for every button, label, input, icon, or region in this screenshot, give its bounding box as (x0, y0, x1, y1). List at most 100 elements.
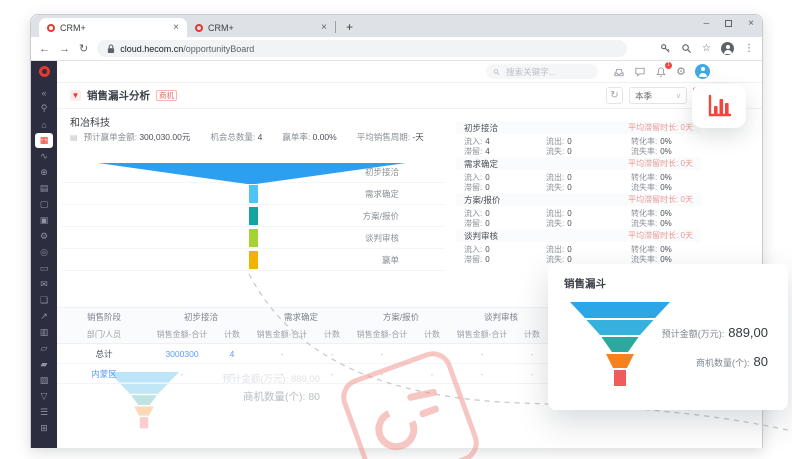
bell-icon[interactable]: 1 (655, 66, 667, 78)
forward-button[interactable]: → (59, 43, 70, 55)
stage-stat: 流出:0 (546, 172, 631, 183)
tab-divider (335, 21, 336, 33)
stage-stats-panel: 初步接洽平均滞留时长: 0天 流入:4流出:0转化率:0%滞留:4流失:0流失率… (456, 121, 701, 265)
summary-value: -天 (412, 132, 423, 142)
key-icon[interactable] (660, 43, 671, 54)
search-input[interactable] (504, 66, 591, 78)
url-domain: cloud.hecom.cn (120, 44, 183, 54)
back-button[interactable]: ← (39, 43, 50, 55)
sidebar-item[interactable]: ▱ (35, 341, 53, 356)
table-cell[interactable]: - (251, 349, 313, 359)
sidebar-item[interactable]: ▢ (35, 197, 53, 212)
sidebar-item[interactable]: ☰ (35, 405, 53, 420)
maximize-button[interactable] (725, 20, 732, 27)
sidebar-item[interactable]: ⌂ (35, 117, 53, 132)
table-cell: - (313, 369, 351, 379)
table-cell[interactable]: - (351, 349, 413, 359)
tab-strip: CRM+ × CRM+ × + – × (31, 15, 762, 37)
sidebar-item[interactable]: ▽ (35, 389, 53, 404)
bar-chart-icon (706, 94, 732, 118)
stage-name: 方案/报价 (464, 194, 500, 206)
chart-icon-card (692, 84, 746, 128)
profile-avatar[interactable] (721, 42, 734, 55)
sidebar-item[interactable]: ✉ (35, 277, 53, 292)
table-cell: - (351, 369, 413, 379)
search-zoom-icon[interactable] (681, 43, 692, 54)
stage-stat: 流失:0 (546, 147, 631, 158)
new-tab-button[interactable]: + (346, 20, 353, 34)
period-dropdown[interactable]: 本季∨ (629, 87, 687, 104)
stat-label: 流入: (464, 208, 482, 219)
sidebar-item[interactable]: ▭ (35, 261, 53, 276)
stage-section: 方案/报价平均滞留时长: 0天 流入:0流出:0转化率:0%滞留:0流失:0流失… (456, 193, 701, 229)
stat-value: 0% (660, 173, 672, 182)
row-label[interactable]: 内蒙区 (57, 368, 151, 380)
sidebar-item[interactable]: ▣ (35, 213, 53, 228)
close-button[interactable]: × (748, 18, 754, 29)
sidebar-item-icon: ▥ (40, 327, 49, 338)
table-cell[interactable]: 3000300 (151, 349, 213, 359)
summary-label: 预计赢单金额: (84, 132, 137, 142)
sidebar-item[interactable]: ⊞ (35, 421, 53, 436)
browser-tab[interactable]: CRM+ × (187, 18, 335, 37)
sidebar-item-icon: « (41, 88, 46, 98)
table-cell[interactable]: - (313, 349, 351, 359)
summary-stat: 预计赢单金额: 300,030.00元 (84, 131, 191, 143)
table-cell[interactable]: - (513, 349, 551, 359)
refresh-button[interactable]: ↻ (606, 87, 623, 104)
sidebar-item[interactable]: ◎ (35, 245, 53, 260)
menu-dots-icon[interactable]: ⋮ (744, 43, 754, 54)
sidebar-item[interactable]: ▥ (35, 325, 53, 340)
stage-stat: 流失:0 (546, 183, 631, 194)
stat-value: 0% (660, 209, 672, 218)
stat-value: 4 (485, 137, 489, 146)
stat-value: 0% (660, 183, 672, 192)
sidebar-item[interactable]: ⚲ (35, 101, 53, 116)
stat-label: 流出: (546, 208, 564, 219)
chat-icon[interactable] (634, 66, 646, 78)
sidebar-item[interactable]: ∿ (35, 149, 53, 164)
sidebar-item[interactable]: ⚙ (35, 229, 53, 244)
card-stat-label: 商机数量(个): (696, 358, 750, 368)
stat-value: 0 (567, 183, 571, 192)
table-cell[interactable]: - (451, 349, 513, 359)
stat-value: 4 (485, 147, 489, 156)
card-stat-label: 预计金额(万元): (662, 329, 725, 339)
global-search[interactable] (486, 64, 598, 79)
table-header-cell: 需求确定 (251, 311, 351, 323)
table-cell: - (251, 369, 313, 379)
stat-value: 0 (567, 147, 571, 156)
sidebar-item[interactable]: « (35, 85, 53, 100)
browser-tab-active[interactable]: CRM+ × (39, 18, 187, 37)
tab-close-icon[interactable]: × (321, 23, 327, 33)
table-header-cell: 销售阶段 (57, 311, 151, 323)
stage-avg-stay: 平均滞留时长: 0天 (628, 194, 693, 205)
tab-close-icon[interactable]: × (173, 23, 179, 33)
funnel-segment (249, 185, 258, 203)
stage-stat: 流入:4 (464, 136, 546, 147)
sidebar-item[interactable]: ▨ (35, 373, 53, 388)
sidebar-item[interactable]: ▰ (35, 357, 53, 372)
sidebar-item-icon: ▱ (41, 343, 48, 354)
bookmark-star-icon[interactable]: ☆ (702, 43, 711, 54)
sidebar-item[interactable]: ▤ (35, 181, 53, 196)
minimize-button[interactable]: – (704, 18, 710, 29)
user-avatar[interactable] (695, 64, 710, 79)
inbox-icon[interactable] (613, 66, 625, 78)
stat-value: 0% (660, 245, 672, 254)
sidebar-item[interactable]: ↗ (35, 309, 53, 324)
app-logo (39, 66, 50, 77)
sidebar-item[interactable]: ⊕ (35, 165, 53, 180)
address-field[interactable]: cloud.hecom.cn/opportunityBoard (97, 40, 627, 57)
sidebar-item-icon: ▨ (40, 375, 49, 386)
table-cell[interactable]: 4 (213, 349, 251, 359)
funnel-stage-label: 方案/报价 (363, 210, 399, 222)
notification-badge: 1 (665, 62, 672, 69)
sidebar-item-icon: ⌂ (41, 120, 46, 130)
sidebar-item[interactable]: ▦ (35, 133, 53, 148)
gear-icon[interactable]: ⚙ (676, 65, 686, 78)
sidebar-item[interactable]: ❑ (35, 293, 53, 308)
reload-button[interactable]: ↻ (79, 42, 88, 55)
stat-label: 转化率: (631, 244, 657, 255)
table-cell[interactable]: - (413, 349, 451, 359)
